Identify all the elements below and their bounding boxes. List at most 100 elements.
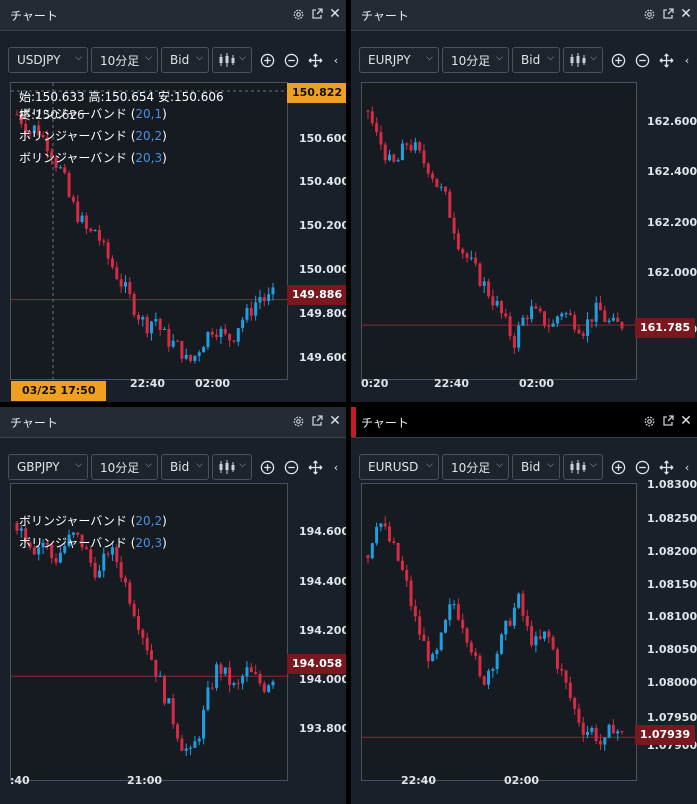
zoom-out-button[interactable] [631,47,653,73]
candle-body [123,282,127,287]
chevron-down-icon: ⌵ [496,460,503,470]
y-tick-label: 149.600 [299,351,346,364]
move-icon [308,460,322,474]
popout-icon[interactable] [309,6,325,22]
panel-title: チャート [10,416,58,430]
move-icon [308,53,322,67]
zoom-out-button[interactable] [631,454,653,480]
candle-body [154,659,158,677]
candle-body [568,313,572,315]
chart-type-select[interactable]: ⌵ [212,47,252,73]
panel-header[interactable]: チャート ✕ [351,407,697,438]
candle-body [555,649,559,669]
candle-body [577,708,581,723]
candle-body [534,306,538,309]
zoom-out-button[interactable] [280,47,302,73]
panel-header[interactable]: チャート ✕ [0,0,346,31]
candle-body [388,154,392,161]
ohlc-close-readout: 終:150.626 [19,108,85,122]
price-type-select[interactable]: Bid ⌵ [512,47,560,73]
move-button[interactable] [655,47,677,73]
candle-body [392,541,396,543]
candle-body [150,650,154,660]
candle-body [620,731,624,733]
zoom-out-button[interactable] [280,454,302,480]
popout-icon[interactable] [309,413,325,429]
candle-body [413,606,417,617]
chevron-down-icon: ⌵ [75,53,82,63]
price-type-select[interactable]: Bid ⌵ [512,454,560,480]
candle-body [197,738,201,742]
candle-body [236,328,240,342]
panel-header[interactable]: チャート ✕ [351,0,697,31]
candle-body [145,637,149,651]
candle-body [422,634,426,641]
candle-icon [219,53,235,67]
candle-body [465,628,469,643]
more-button[interactable]: ‹ [328,47,344,73]
chart-type-select[interactable]: ⌵ [212,454,252,480]
gear-icon[interactable] [290,6,306,22]
close-icon[interactable]: ✕ [678,6,694,22]
close-icon[interactable]: ✕ [327,413,343,429]
candle-body [482,676,486,685]
panel-header[interactable]: チャート ✕ [0,407,346,438]
candle-body [586,731,590,736]
candle-body [262,297,266,301]
move-button[interactable] [655,454,677,480]
plot-area[interactable] [361,483,638,781]
legend-item[interactable]: ボリンジャーバンド (20,2) [19,512,167,529]
popout-icon[interactable] [660,413,676,429]
y-tick-label: 1.07950 [647,711,697,724]
zoom-in-icon [611,460,625,474]
interval-select[interactable]: 10分足 ⌵ [91,47,158,73]
candle-body [267,685,271,692]
more-button[interactable]: ‹ [328,454,344,480]
candle-body [241,676,245,684]
candle-body [154,318,158,322]
gear-icon[interactable] [641,6,657,22]
symbol-select[interactable]: EURJPY ⌵ [359,47,439,73]
plot-area[interactable] [361,82,638,380]
popout-icon[interactable] [660,6,676,22]
legend-item[interactable]: ボリンジャーバンド (20,2) [19,127,167,144]
price-type-select[interactable]: Bid ⌵ [161,47,209,73]
price-type-select[interactable]: Bid ⌵ [161,454,209,480]
interval-select[interactable]: 10分足 ⌵ [442,454,509,480]
chart-toolbar: EURJPY ⌵ 10分足 ⌵ Bid ⌵ ⌵ ‹ [351,31,697,75]
legend-item[interactable]: ボリンジャーバンド (20,3) [19,534,167,551]
gear-icon[interactable] [290,413,306,429]
chart-type-select[interactable]: ⌵ [563,47,603,73]
y-tick-label: 193.800 [299,722,346,735]
close-icon[interactable]: ✕ [678,413,694,429]
interval-select[interactable]: 10分足 ⌵ [91,454,158,480]
zoom-in-button[interactable] [256,47,278,73]
candle-body [132,603,136,617]
move-button[interactable] [304,454,326,480]
move-button[interactable] [304,47,326,73]
close-icon[interactable]: ✕ [327,6,343,22]
candle-body [206,687,210,710]
more-button[interactable]: ‹ [679,47,695,73]
legend-paren: ) [162,151,167,165]
candle-body [258,297,262,303]
current-price-tag: 1.07939 [635,725,696,745]
more-button[interactable]: ‹ [679,454,695,480]
zoom-in-button[interactable] [607,454,629,480]
zoom-in-button[interactable] [607,47,629,73]
chart-type-select[interactable]: ⌵ [563,454,603,480]
zoom-in-button[interactable] [256,454,278,480]
symbol-select[interactable]: GBPJPY ⌵ [8,454,88,480]
gear-icon[interactable] [641,413,657,429]
symbol-select[interactable]: USDJPY ⌵ [8,47,88,73]
candle-body [383,523,387,527]
candle-body [167,698,171,704]
interval-select[interactable]: 10分足 ⌵ [442,47,509,73]
y-tick-label: 1.08300 [647,478,697,491]
candle-body [262,683,266,692]
candle-body [581,333,585,336]
symbol-select[interactable]: EURUSD ⌵ [359,454,439,480]
candle-body [223,328,227,334]
candle-body [452,604,456,606]
legend-item[interactable]: ボリンジャーバンド (20,3) [19,149,167,166]
